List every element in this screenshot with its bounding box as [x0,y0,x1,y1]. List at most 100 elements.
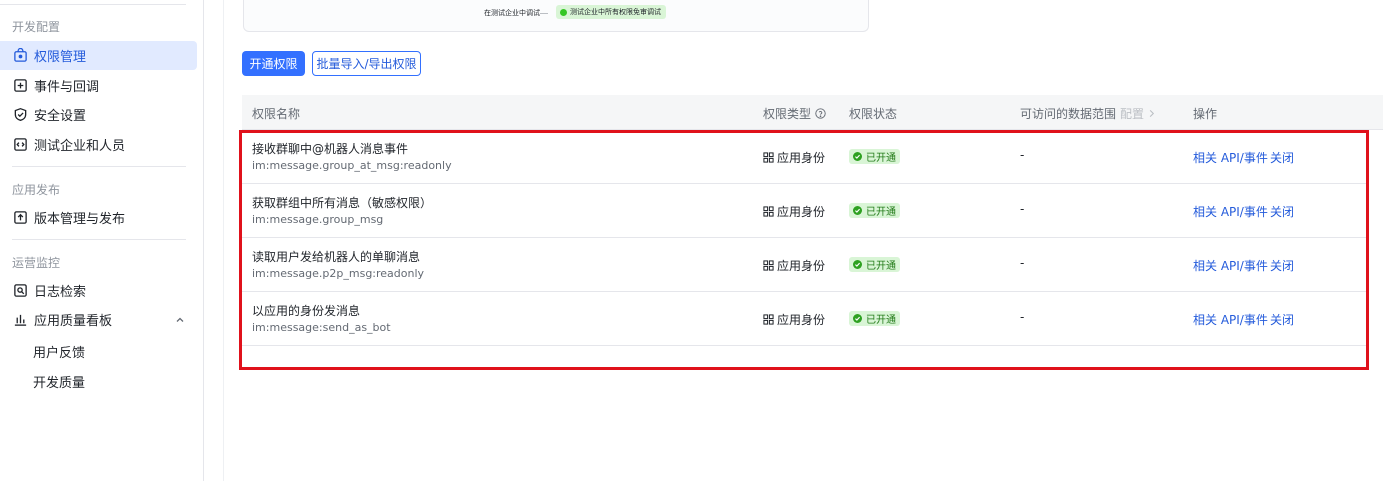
preview-tag: 测试企业中所有权限免审调试 [556,5,666,19]
permission-key: im:message.p2p_msg:readonly [252,267,425,280]
sidebar-item-label: 测试企业和人员 [34,139,126,154]
debug-preview-card: 在测试企业中调试 测试企业中所有权限免审调试 [243,0,869,32]
permission-name: 接收群聊中@机器人消息事件 [252,142,409,156]
enable-permission-button[interactable]: 开通权限 [242,51,305,76]
app-grid-icon [763,260,774,271]
preview-tag-text: 测试企业中所有权限免审调试 [570,8,661,16]
status-badge: 已开通 [849,311,900,326]
sidebar-item-label: 应用质量看板 [34,314,113,329]
chevron-up-icon[interactable] [174,314,186,326]
header-type: 权限类型 [763,105,826,122]
bulk-import-export-button[interactable]: 批量导入/导出权限 [312,51,421,76]
check-icon [853,152,862,161]
content-divider [223,0,224,481]
sidebar-item-label: 事件与回调 [34,80,100,95]
status-badge: 已开通 [849,257,900,272]
header-actions: 操作 [1193,107,1218,121]
header-status: 权限状态 [849,107,898,121]
permission-type-label: 应用身份 [777,259,826,273]
table-row: 获取群组中所有消息（敏感权限） im:message.group_msg 应用身… [242,184,1368,238]
data-scope: - [1020,310,1025,324]
related-api-link[interactable]: 相关 API/事件 [1193,257,1268,274]
sidebar-subitem-feedback[interactable]: 用户反馈 [33,342,85,361]
sidebar-item-versions[interactable]: 版本管理与发布 [0,203,197,232]
scope-config-label: 配置 [1120,107,1145,121]
sidebar-item-label: 权限管理 [34,50,87,65]
permission-name: 获取群组中所有消息（敏感权限） [252,196,433,210]
close-permission-link[interactable]: 关闭 [1270,311,1294,328]
sidebar-group-dev: 开发配置 [12,20,61,34]
sidebar-item-test-enterprise[interactable]: 测试企业和人员 [0,130,197,159]
sidebar-item-log-search[interactable]: 日志检索 [0,276,197,305]
check-icon [853,314,862,323]
close-permission-link[interactable]: 关闭 [1270,203,1294,220]
check-icon [560,8,567,16]
upload-icon [12,210,28,226]
sidebar: 开发配置 权限管理 事件与回调 安全设置 测试企业和人员 应用发布 版本管理与发… [0,0,204,481]
sidebar-item-label: 日志检索 [34,285,87,300]
app-grid-icon [763,206,774,217]
table-row: 以应用的身份发消息 im:message:send_as_bot 应用身份 已开… [242,292,1368,346]
sidebar-divider [12,166,186,167]
table-row: 接收群聊中@机器人消息事件 im:message.group_at_msg:re… [242,130,1368,184]
header-name: 权限名称 [252,107,301,121]
scope-config-link[interactable]: 配置 [1120,105,1156,122]
sidebar-top-divider [0,4,186,5]
preview-connector [540,13,548,14]
permission-type: 应用身份 [763,311,825,328]
related-api-link[interactable]: 相关 API/事件 [1193,149,1268,166]
header-type-label: 权限类型 [763,107,812,121]
sidebar-item-quality-board[interactable]: 应用质量看板 [0,305,197,334]
header-scope: 可访问的数据范围 配置 [1020,105,1156,122]
permission-key: im:message.group_at_msg:readonly [252,159,452,172]
data-scope: - [1020,148,1025,162]
permission-name: 以应用的身份发消息 [252,304,361,318]
sidebar-item-permissions[interactable]: 权限管理 [0,41,197,70]
sidebar-item-events[interactable]: 事件与回调 [0,71,197,100]
chevron-right-icon [1149,109,1155,118]
code-icon [12,137,28,153]
sidebar-group-ops: 运营监控 [12,256,61,270]
help-icon[interactable] [815,108,826,119]
sidebar-item-security[interactable]: 安全设置 [0,100,197,129]
sidebar-item-label: 安全设置 [34,109,87,124]
bar-chart-icon [12,312,28,328]
sidebar-subitem-dev-quality[interactable]: 开发质量 [33,372,85,391]
status-label: 已开通 [866,261,896,272]
table-header: 权限名称 权限类型 权限状态 可访问的数据范围 配置 操作 [242,95,1383,130]
permission-type-label: 应用身份 [777,151,826,165]
sidebar-item-label: 版本管理与发布 [34,212,126,227]
app-grid-icon [763,152,774,163]
preview-left-text: 在测试企业中调试 [484,9,540,17]
permission-type: 应用身份 [763,203,825,220]
data-scope: - [1020,256,1025,270]
sidebar-divider [12,239,186,240]
permission-type-label: 应用身份 [777,313,826,327]
status-badge: 已开通 [849,149,900,164]
permission-name: 读取用户发给机器人的单聊消息 [252,250,421,264]
status-label: 已开通 [866,153,896,164]
permission-type: 应用身份 [763,149,825,166]
status-label: 已开通 [866,207,896,218]
status-badge: 已开通 [849,203,900,218]
event-icon [12,78,28,94]
permission-key: im:message.group_msg [252,213,384,226]
data-scope: - [1020,202,1025,216]
permission-type-label: 应用身份 [777,205,826,219]
table-row: 读取用户发给机器人的单聊消息 im:message.p2p_msg:readon… [242,238,1368,292]
close-permission-link[interactable]: 关闭 [1270,257,1294,274]
permission-icon [12,48,28,64]
related-api-link[interactable]: 相关 API/事件 [1193,311,1268,328]
related-api-link[interactable]: 相关 API/事件 [1193,203,1268,220]
check-icon [853,260,862,269]
sidebar-group-publish: 应用发布 [12,183,61,197]
close-permission-link[interactable]: 关闭 [1270,149,1294,166]
permission-type: 应用身份 [763,257,825,274]
app-grid-icon [763,314,774,325]
status-label: 已开通 [866,315,896,326]
log-search-icon [12,283,28,299]
permission-key: im:message:send_as_bot [252,321,391,334]
shield-icon [12,107,28,123]
check-icon [853,206,862,215]
header-scope-label: 可访问的数据范围 [1020,107,1117,121]
